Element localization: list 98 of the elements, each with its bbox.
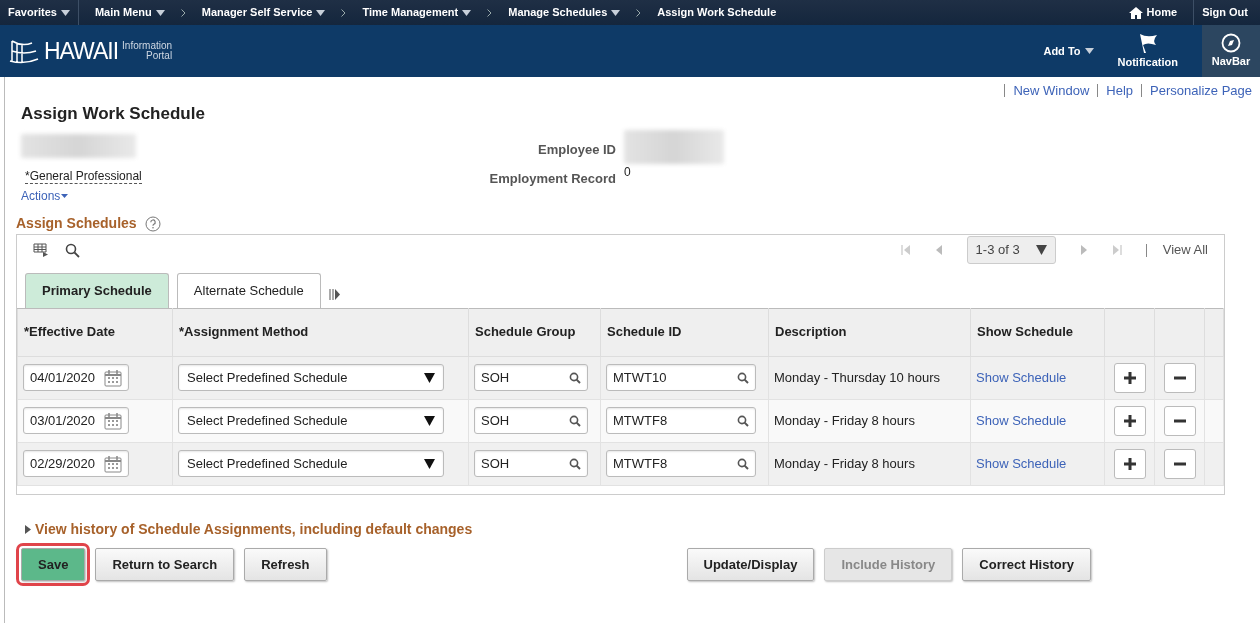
assignment-method-dropdown[interactable]: Select Predefined Schedule	[178, 407, 444, 434]
page-link[interactable]: New Window	[1013, 81, 1090, 101]
page-link[interactable]: Help	[1106, 81, 1134, 101]
search-icon[interactable]	[737, 371, 749, 384]
field-label: Employment Record	[489, 169, 616, 188]
chevron-icon	[487, 8, 493, 17]
calendar-icon[interactable]	[104, 368, 122, 387]
dropdown-arrow-icon	[424, 458, 435, 469]
column-header: Schedule Group	[468, 308, 601, 356]
action-button[interactable]: Refresh	[244, 547, 327, 581]
field-label: Employee ID	[537, 141, 616, 159]
date-field[interactable]: 03/01/2020	[23, 407, 129, 434]
action-button[interactable]: Return to Search	[95, 547, 235, 581]
date-field[interactable]: 04/01/2020	[23, 364, 129, 391]
breadcrumb-link[interactable]: Time Management	[362, 4, 472, 21]
delete-row-button[interactable]	[1163, 405, 1196, 436]
favorites-menu[interactable]: Favorites	[0, 4, 78, 21]
schedule-group-field[interactable]: SOH	[474, 450, 588, 477]
chevron-icon	[341, 8, 347, 17]
date-field[interactable]: 02/29/2020	[23, 450, 129, 477]
logo-subtitle: Portal	[146, 51, 173, 61]
sign-out-link[interactable]: Sign Out	[1194, 4, 1256, 21]
grid-personalize-icon[interactable]	[33, 243, 49, 257]
table-cell: Monday - Friday 8 hours	[774, 412, 915, 428]
logo-icon	[8, 37, 40, 65]
schedule-id-field[interactable]: MTWTF8	[606, 407, 756, 434]
page-title: Assign Work Schedule	[21, 102, 206, 125]
caret-icon	[61, 193, 69, 198]
notification-button[interactable]: Notification	[1117, 31, 1178, 71]
expand-icon[interactable]	[25, 524, 31, 534]
add-row-button[interactable]	[1113, 362, 1146, 393]
search-icon[interactable]	[569, 371, 581, 384]
schedule-group-field[interactable]: SOH	[474, 407, 588, 434]
caret-icon	[316, 9, 326, 16]
home-link[interactable]: Home	[1128, 4, 1178, 21]
assignment-method-dropdown[interactable]: Select Predefined Schedule	[178, 450, 444, 477]
delete-row-button[interactable]	[1163, 362, 1196, 393]
row-range-dropdown[interactable]: 1-3 of 3	[966, 236, 1056, 264]
dropdown-arrow-icon	[424, 372, 435, 383]
calendar-icon[interactable]	[104, 454, 122, 473]
table-cell: Monday - Friday 8 hours	[774, 455, 915, 471]
schedule-group-field[interactable]: SOH	[474, 364, 588, 391]
home-icon	[1128, 6, 1143, 19]
view-all-link[interactable]: View All	[1162, 240, 1208, 260]
search-icon[interactable]	[569, 457, 581, 470]
job-title-link[interactable]: *General Professional	[25, 169, 142, 184]
caret-icon	[155, 9, 165, 16]
chevron-icon	[180, 8, 186, 17]
add-to-menu[interactable]: Add To	[1043, 42, 1094, 60]
column-header: *Effective Date	[17, 308, 173, 356]
column-header: *Assignment Method	[172, 308, 469, 356]
show-all-columns-icon[interactable]	[328, 288, 341, 300]
plus-icon	[1122, 370, 1137, 385]
grid-tab[interactable]: Primary Schedule	[25, 273, 169, 308]
column-header: Description	[768, 308, 971, 356]
compass-icon	[1221, 32, 1241, 53]
page-link[interactable]: Personalize Page	[1150, 81, 1252, 101]
action-button[interactable]: Correct History	[962, 547, 1091, 581]
section-title: Assign Schedules	[16, 214, 137, 233]
column-header: Schedule ID	[600, 308, 769, 356]
plus-icon	[1122, 413, 1137, 428]
column-header: Show Schedule	[970, 308, 1105, 356]
search-icon[interactable]	[65, 242, 80, 258]
calendar-icon[interactable]	[104, 411, 122, 430]
search-icon[interactable]	[737, 457, 749, 470]
plus-icon	[1122, 456, 1137, 471]
breadcrumb-link[interactable]: Manage Schedules	[508, 4, 621, 21]
logo-subtitle: Information	[122, 41, 173, 51]
delete-row-button[interactable]	[1163, 448, 1196, 479]
dropdown-arrow-icon	[424, 415, 435, 426]
action-button[interactable]: Update/Display	[686, 547, 815, 581]
dropdown-arrow-icon	[1035, 245, 1047, 255]
minus-icon	[1172, 461, 1187, 466]
field-value: 0	[624, 164, 632, 181]
breadcrumb-link[interactable]: Manager Self Service	[201, 4, 326, 21]
chevron-icon	[636, 8, 642, 17]
add-row-button[interactable]	[1113, 448, 1146, 479]
caret-icon	[1084, 48, 1094, 54]
schedule-id-field[interactable]: MTWT10	[606, 364, 756, 391]
grid-tab[interactable]: Alternate Schedule	[176, 273, 321, 308]
actions-menu[interactable]: Actions	[21, 186, 69, 205]
caret-icon	[60, 9, 70, 16]
logo-text: HAWAII	[44, 39, 119, 63]
caret-icon	[611, 9, 621, 16]
assignment-method-dropdown[interactable]: Select Predefined Schedule	[178, 364, 444, 391]
breadcrumb-link[interactable]: Assign Work Schedule	[657, 4, 777, 21]
add-row-button[interactable]	[1113, 405, 1146, 436]
navbar-button[interactable]: NavBar	[1202, 25, 1260, 77]
breadcrumb-link[interactable]: Main Menu	[94, 4, 165, 21]
minus-icon	[1172, 418, 1187, 423]
search-icon[interactable]	[737, 414, 749, 427]
minus-icon	[1172, 375, 1187, 380]
history-link[interactable]: View history of Schedule Assignments, including default changes	[35, 518, 473, 540]
table-cell: Monday - Thursday 10 hours	[774, 369, 940, 385]
help-icon[interactable]	[144, 215, 161, 232]
caret-icon	[462, 9, 472, 16]
schedule-id-field[interactable]: MTWTF8	[606, 450, 756, 477]
search-icon[interactable]	[569, 414, 581, 427]
